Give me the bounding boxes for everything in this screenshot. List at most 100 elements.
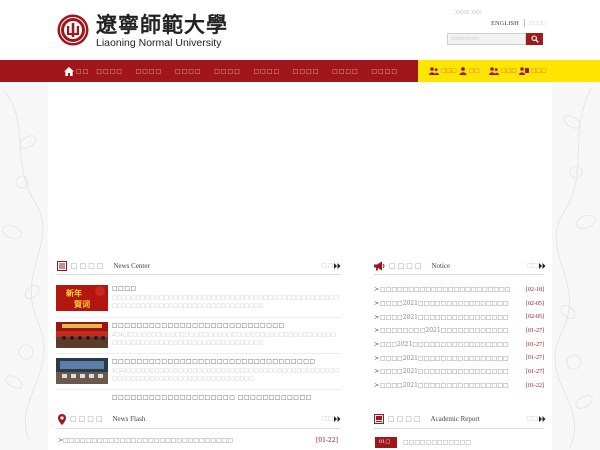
quick-link-3[interactable]: □□□: [489, 67, 519, 75]
nav-item-6[interactable]: □□□□: [286, 68, 325, 75]
report-date-badge: 01□: [375, 437, 397, 448]
university-name-en[interactable]: Liaoning Normal University: [96, 38, 221, 49]
nav-item-home[interactable]: □□: [64, 66, 90, 76]
news-item-title[interactable]: □□□□□□□□□□□□□□□□□□□□□□□□□□□□: [112, 322, 285, 329]
notice-text: >□□□□□□□□2021□□□□□□□□□□□□: [374, 327, 509, 334]
news-item-summary: □□□□□□□□□□□□□□□□□□□□□□□□□□□□□□□□□□□□□□□□…: [112, 295, 339, 309]
arrow-icon: >: [374, 382, 380, 390]
news-item-divider: [56, 389, 341, 390]
nav-item-8[interactable]: □□□□: [365, 68, 404, 75]
university-name-cn[interactable]: 遼寧師範大學: [96, 14, 228, 36]
news-flash-title[interactable]: □□□□□□□□□□□□□□□□□□□□□□□□□□□□□□: [63, 437, 233, 444]
news-center-title-en: News Center: [113, 262, 150, 270]
news-flash-title-en: News Flash: [112, 415, 146, 423]
academic-report-more-link[interactable]: □□: [527, 415, 546, 422]
news-thumbnail[interactable]: [56, 322, 108, 348]
notice-title[interactable]: □□□□□□□□2021□□□□□□□□□□□□: [380, 327, 509, 334]
arrow-icon: >: [374, 300, 380, 308]
news-thumbnail[interactable]: 新年 賀词: [56, 285, 108, 311]
news-center-more-label: □□: [322, 262, 334, 269]
hero-banner[interactable]: [48, 82, 552, 248]
notice-title[interactable]: □□□□□□□□□□□□□□□□□□□□□□□: [380, 286, 510, 293]
notice-row[interactable]: >□□□□2021□□□□□□□□□□□□□□□□ [01-27]: [374, 351, 544, 365]
notice-title[interactable]: □□□2021□□□□□□□□□□□□□□□□□: [380, 341, 509, 348]
quick-link-1[interactable]: □□□: [429, 67, 459, 75]
news-item[interactable]: □□□□□□□□□□□□□□□□□□□□ □□□□□□□□□□□□: [56, 394, 341, 400]
news-center-title-cn: □□□□: [71, 262, 106, 270]
nav-item-2[interactable]: □□□□: [129, 68, 168, 75]
megaphone-icon: [374, 261, 385, 271]
news-flash-title-cn: □□□□: [70, 415, 105, 423]
nav-item-1[interactable]: □□□□: [90, 68, 129, 75]
notice-title-en: Notice: [431, 262, 451, 270]
nav-item-4[interactable]: □□□□: [208, 68, 247, 75]
notice-row[interactable]: >□□□□2021□□□□□□□□□□□□□□□□ [01-22]: [374, 379, 544, 393]
main-navigation: □□ □□□□ □□□□ □□□□ □□□□ □□□□ □□□□ □□□□ □□…: [0, 60, 600, 82]
notice-title[interactable]: □□□□2021□□□□□□□□□□□□□□□□: [380, 300, 509, 307]
nav-item-3[interactable]: □□□□: [169, 68, 208, 75]
news-flash-row[interactable]: >□□□□□□□□□□□□□□□□□□□□□□□□□□□□□□ [01-22]: [58, 437, 338, 444]
news-item-summary: 2□1□□□□□□□□□□□□□□□□□□□□□□□□□□□□□□□□□□□□□…: [112, 332, 336, 346]
alt-language-link[interactable]: □□□□: [530, 20, 546, 27]
news-item-title[interactable]: □□□□□□□□□□□□□□□□□□□□□□□□□□□□□□□□□: [112, 358, 316, 365]
notice-date: [01-27]: [526, 341, 544, 348]
notice-row[interactable]: >□□□□2021□□□□□□□□□□□□□□□□ [02-05]: [374, 310, 544, 324]
double-chevron-right-icon: [539, 262, 546, 269]
news-thumbnail[interactable]: [56, 358, 108, 384]
search-input[interactable]: □□□□□□□□□: [447, 33, 526, 45]
notice-text: >□□□□□□□□□□□□□□□□□□□□□□□: [374, 286, 510, 293]
news-flash-more-link[interactable]: □□: [322, 415, 341, 422]
notice-text: >□□□□2021□□□□□□□□□□□□□□□□: [374, 355, 509, 362]
academic-report-divider: [374, 428, 544, 429]
news-flash-date: [01-22]: [316, 437, 338, 444]
university-emblem-icon[interactable]: [57, 14, 89, 46]
user-group-icon: [429, 67, 439, 75]
notice-row[interactable]: >□□□□□□□□□□□□□□□□□□□□□□□ [02-18]: [374, 283, 544, 297]
notice-text: >□□□□2021□□□□□□□□□□□□□□□□: [374, 382, 509, 389]
news-center-header: □□□□ News Center: [57, 260, 150, 272]
notice-title[interactable]: □□□□2021□□□□□□□□□□□□□□□□: [380, 382, 509, 389]
notice-row[interactable]: >□□□□2021□□□□□□□□□□□□□□□□ [01-27]: [374, 365, 544, 379]
quick-link-4[interactable]: □□□: [519, 67, 549, 75]
report-title[interactable]: □□□□□□□□□□□□: [403, 439, 471, 446]
academic-report-item[interactable]: 01□ □□□□□□□□□□□□: [375, 437, 471, 448]
thumb-banner-line-2: 賀词: [73, 299, 90, 309]
news-thumbnail[interactable]: [56, 394, 108, 400]
notice-row[interactable]: >□□□2021□□□□□□□□□□□□□□□□□ [01-27]: [374, 338, 544, 352]
notice-date: [01-27]: [526, 327, 544, 334]
nav-item-5[interactable]: □□□□: [247, 68, 286, 75]
double-chevron-right-icon: [539, 415, 546, 422]
news-flash-text: >□□□□□□□□□□□□□□□□□□□□□□□□□□□□□□: [58, 437, 233, 444]
notice-row[interactable]: >□□□□2021□□□□□□□□□□□□□□□□ [02-05]: [374, 297, 544, 311]
site-domain-text: xxxx.xxx: [455, 9, 482, 16]
english-link[interactable]: ENGLISH: [491, 20, 519, 27]
notice-row[interactable]: >□□□□□□□□2021□□□□□□□□□□□□ [01-27]: [374, 324, 544, 338]
news-center-divider: [56, 274, 341, 275]
news-flash-divider: [56, 428, 341, 429]
report-board-icon: [374, 414, 384, 424]
notice-more-link[interactable]: □□: [527, 262, 546, 269]
arrow-icon: >: [374, 313, 380, 321]
news-center-more-link[interactable]: □□: [322, 262, 341, 269]
news-item-title[interactable]: □□□□□□□□□□□□□□□□□□□□ □□□□□□□□□□□□: [112, 394, 312, 400]
search-icon: [530, 35, 539, 43]
nav-item-7[interactable]: □□□□: [326, 68, 365, 75]
quick-link-2[interactable]: □□: [459, 67, 489, 75]
notice-title[interactable]: □□□□2021□□□□□□□□□□□□□□□□: [380, 355, 509, 362]
news-item-title[interactable]: □□□□: [112, 285, 137, 292]
notice-title[interactable]: □□□□2021□□□□□□□□□□□□□□□□: [380, 368, 509, 375]
users-icon: [489, 67, 499, 75]
notice-text: >□□□□2021□□□□□□□□□□□□□□□□: [374, 314, 509, 321]
news-item-summary: 1□22□□□□□□□□□□□□□□□□□□□□□□□□□□□□□□□□□□□□…: [112, 368, 339, 382]
floral-decoration-left: [0, 82, 48, 450]
notice-date: [02-05]: [526, 314, 544, 321]
site-header: 遼寧師範大學 Liaoning Normal University xxxx.x…: [0, 0, 600, 60]
notice-title[interactable]: □□□□2021□□□□□□□□□□□□□□□□: [380, 314, 509, 321]
language-switch: ENGLISH □□□□: [491, 19, 546, 27]
double-chevron-right-icon: [334, 262, 341, 269]
news-item-divider: [56, 317, 341, 318]
notice-date: [02-05]: [526, 300, 544, 307]
search-button[interactable]: [526, 33, 543, 45]
quick-link-4-label: □□□: [531, 68, 547, 74]
user-icon: [459, 67, 467, 75]
